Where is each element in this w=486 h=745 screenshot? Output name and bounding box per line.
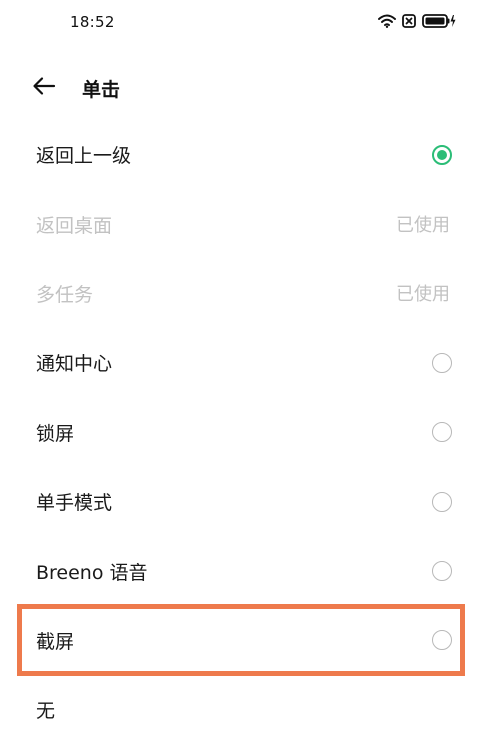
battery-charging-icon: [422, 14, 456, 28]
radio-checked[interactable]: [432, 144, 452, 165]
radio-unchecked[interactable]: [432, 352, 452, 373]
back-button[interactable]: [28, 72, 60, 104]
option-home: 返回桌面 已使用: [0, 189, 486, 258]
option-multitask: 多任务 已使用: [0, 259, 486, 328]
option-screenshot[interactable]: 截屏: [0, 606, 486, 675]
radio-unchecked[interactable]: [432, 630, 452, 651]
radio-unchecked[interactable]: [432, 422, 452, 443]
status-time: 18:52: [70, 13, 115, 31]
radio-unchecked[interactable]: [432, 491, 452, 512]
option-label: Breeno 语音: [36, 561, 148, 584]
option-label: 返回上一级: [36, 145, 132, 168]
nfc-icon: [402, 14, 416, 28]
used-tag: 已使用: [396, 284, 450, 306]
option-label: 无: [36, 700, 56, 723]
option-notification-center[interactable]: 通知中心: [0, 328, 486, 397]
option-one-hand-mode[interactable]: 单手模式: [0, 467, 486, 536]
used-tag: 已使用: [396, 215, 450, 237]
option-lock-screen[interactable]: 锁屏: [0, 398, 486, 467]
option-list: 返回上一级 返回桌面 已使用 多任务 已使用 通知中心 锁屏 单手模式 Bree…: [0, 120, 486, 745]
option-label: 多任务: [36, 283, 94, 306]
status-bar: 18:52: [0, 0, 486, 46]
option-label: 截屏: [36, 630, 75, 653]
status-icons: [378, 14, 456, 28]
option-back[interactable]: 返回上一级: [0, 120, 486, 189]
page-header: 单击: [0, 64, 486, 112]
option-label: 锁屏: [36, 422, 75, 445]
option-breeno-voice[interactable]: Breeno 语音: [0, 536, 486, 605]
radio-unchecked[interactable]: [432, 561, 452, 582]
wifi-icon: [378, 14, 396, 28]
option-none[interactable]: 无: [0, 675, 486, 744]
page-title: 单击: [82, 79, 121, 101]
arrow-left-icon: [32, 76, 56, 100]
option-label: 返回桌面: [36, 214, 113, 237]
option-label: 单手模式: [36, 492, 113, 515]
option-label: 通知中心: [36, 353, 113, 376]
